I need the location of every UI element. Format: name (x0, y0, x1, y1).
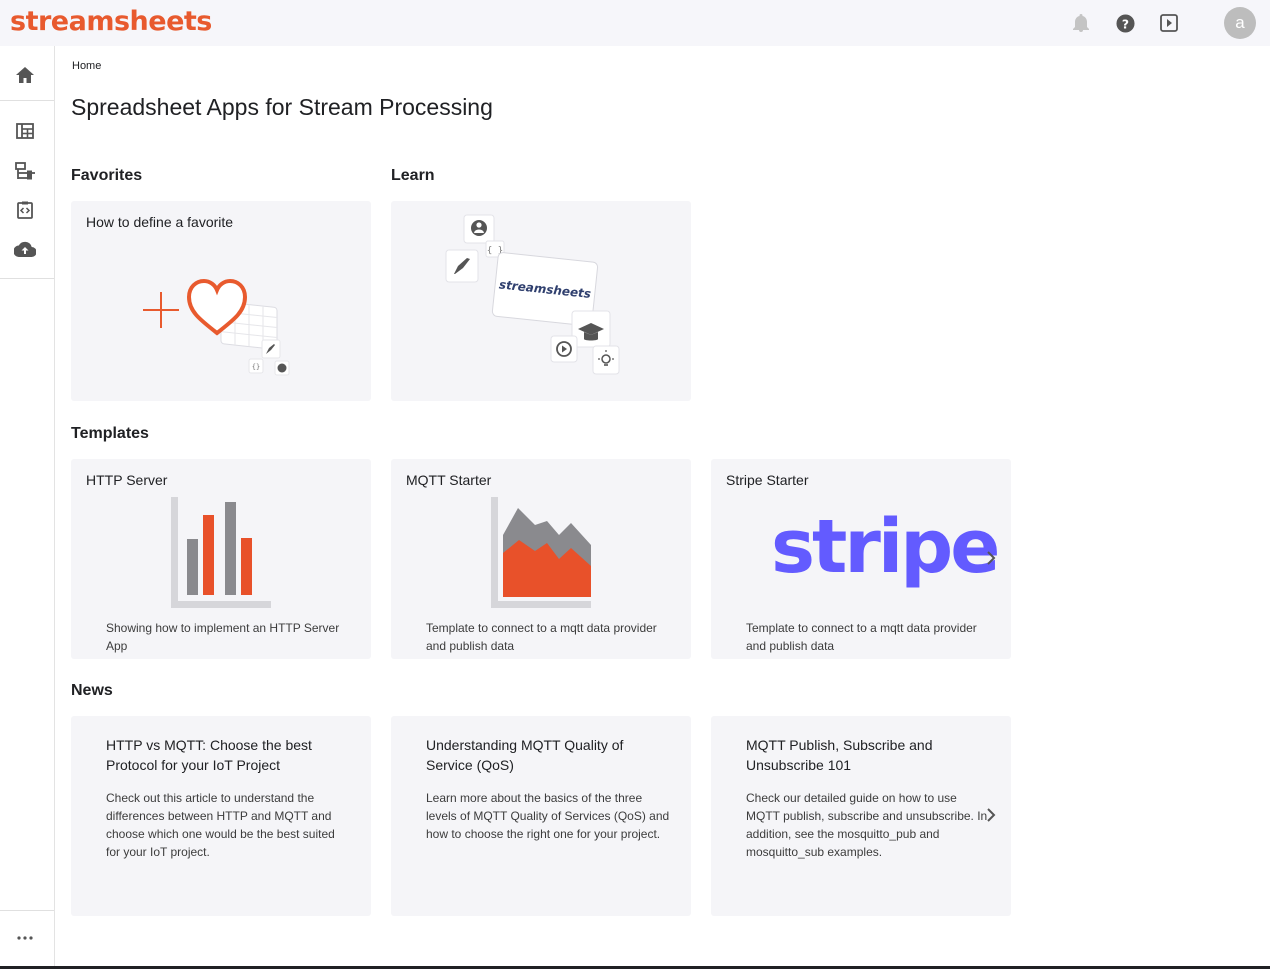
news-description: Learn more about the basics of the three… (426, 791, 670, 841)
learn-illustration-icon: { } streamsheets (445, 214, 620, 375)
area-chart-icon (491, 497, 591, 608)
section-title-favorites: Favorites (71, 167, 143, 184)
tree-icon[interactable] (13, 159, 37, 183)
card-title: Stripe Starter (726, 472, 809, 488)
card-description: Showing how to implement an HTTP Server … (106, 621, 340, 653)
play-icon[interactable] (1158, 12, 1180, 34)
card-title: HTTP Server (86, 472, 168, 488)
rail-divider (0, 278, 54, 279)
news-title: MQTT Publish, Subscribe and Unsubscribe … (746, 737, 933, 773)
card-description: Template to connect to a mqtt data provi… (746, 621, 977, 653)
cloud-upload-icon[interactable] (13, 237, 37, 261)
more-icon[interactable] (13, 926, 37, 950)
help-icon[interactable]: ? (1114, 12, 1136, 34)
section-title-learn: Learn (391, 167, 435, 184)
news-title: Understanding MQTT Quality of Service (Q… (426, 737, 624, 773)
card-description: Template to connect to a mqtt data provi… (426, 621, 657, 653)
chevron-right-icon[interactable] (981, 548, 1001, 568)
rail-divider (0, 100, 54, 101)
rail-divider (0, 910, 54, 911)
favorite-card[interactable]: How to define a favorite {} (71, 201, 371, 401)
avatar[interactable]: a (1224, 7, 1256, 39)
left-rail (0, 46, 55, 969)
app-logo[interactable]: streamsheets (10, 6, 212, 37)
card-title: How to define a favorite (86, 214, 234, 230)
template-card-http-server[interactable]: HTTP Server Showing how to implement an … (71, 459, 371, 659)
bar-chart-icon (171, 497, 271, 608)
top-bar: streamsheets ? a (0, 0, 1270, 46)
svg-text:?: ? (1121, 17, 1128, 31)
page-title: Spreadsheet Apps for Stream Processing (71, 94, 493, 120)
breadcrumb[interactable]: Home (72, 60, 101, 72)
home-icon[interactable] (13, 63, 37, 87)
template-card-mqtt-starter[interactable]: MQTT Starter Template to connect to a mq… (391, 459, 691, 659)
bell-icon[interactable] (1070, 12, 1092, 34)
news-card[interactable]: MQTT Publish, Subscribe and Unsubscribe … (711, 716, 1011, 916)
export-icon[interactable] (13, 198, 37, 222)
template-card-stripe-starter[interactable]: Stripe Starter stripe Template to connec… (711, 459, 1011, 659)
section-title-templates: Templates (71, 425, 149, 442)
news-card[interactable]: Understanding MQTT Quality of Service (Q… (391, 716, 691, 916)
svg-text:{}: {} (252, 363, 260, 371)
dashboard-icon[interactable] (13, 119, 37, 143)
news-description: Check out this article to understand the… (106, 791, 335, 859)
section-title-news: News (71, 682, 113, 699)
favorite-illustration-icon: {} (143, 278, 290, 376)
news-card[interactable]: HTTP vs MQTT: Choose the best Protocol f… (71, 716, 371, 916)
chevron-right-icon[interactable] (981, 805, 1001, 825)
card-title: MQTT Starter (406, 472, 492, 488)
stripe-logo: stripe (771, 504, 1000, 590)
learn-card[interactable]: { } streamsheets (391, 201, 691, 401)
news-title: HTTP vs MQTT: Choose the best Protocol f… (106, 737, 312, 773)
news-description: Check our detailed guide on how to use M… (746, 791, 988, 859)
